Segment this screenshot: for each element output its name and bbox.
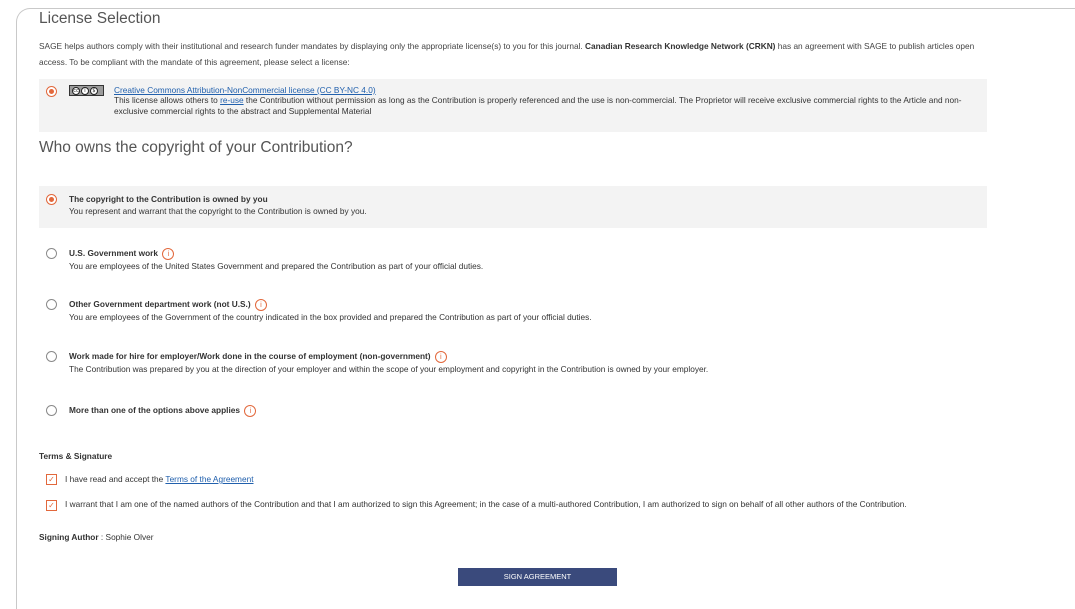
- option-title-row: Other Government department work (not U.…: [69, 299, 267, 311]
- option-title: More than one of the options above appli…: [69, 405, 241, 416]
- option-title-row: U.S. Government work i: [69, 248, 175, 260]
- option-title: The copyright to the Contribution is own…: [69, 194, 268, 204]
- option-title-row: More than one of the options above appli…: [69, 405, 257, 417]
- terms-heading: Terms & Signature: [39, 451, 113, 461]
- copyright-radio-work-for-hire[interactable]: [46, 351, 57, 362]
- info-icon[interactable]: i: [244, 405, 257, 417]
- option-title: U.S. Government work: [69, 248, 158, 259]
- terms-of-agreement-link[interactable]: Terms of the Agreement: [165, 474, 253, 484]
- signing-separator: :: [98, 532, 106, 542]
- option-description: The Contribution was prepared by you at …: [69, 364, 709, 374]
- copyright-question: Who owns the copyright of your Contribut…: [39, 139, 353, 156]
- nc-glyph: $: [90, 86, 98, 95]
- copyright-radio-owned[interactable]: [46, 194, 57, 205]
- option-description: You are employees of the Government of t…: [69, 312, 592, 322]
- copyright-radio-multiple[interactable]: [46, 405, 57, 416]
- copyright-option-multiple[interactable]: More than one of the options above appli…: [39, 402, 987, 420]
- accept-terms-prefix: I have read and accept the: [65, 474, 164, 484]
- sign-agreement-button[interactable]: SIGN AGREEMENT: [458, 568, 617, 586]
- info-icon[interactable]: i: [254, 299, 267, 311]
- intro-text-prefix: SAGE helps authors comply with their ins…: [39, 41, 583, 51]
- cc-glyph: cc: [72, 86, 80, 95]
- warrant-checkbox[interactable]: ✓: [46, 500, 57, 511]
- by-glyph: i: [81, 86, 89, 95]
- info-icon[interactable]: i: [434, 351, 447, 363]
- option-title-row: Work made for hire for employer/Work don…: [69, 351, 447, 363]
- copyright-option-other-government[interactable]: Other Government department work (not U.…: [39, 296, 987, 326]
- license-section-title: License Selection: [39, 10, 161, 27]
- option-description: You are employees of the United States G…: [69, 261, 484, 271]
- license-radio[interactable]: [46, 86, 57, 97]
- signing-author: Signing Author : Sophie Olver: [39, 532, 154, 542]
- license-description: This license allows others to re-use the…: [114, 95, 974, 116]
- copyright-radio-us-gov[interactable]: [46, 248, 57, 259]
- option-description: You represent and warrant that the copyr…: [69, 206, 367, 216]
- license-option-cc-by-nc[interactable]: cc i $ Creative Commons Attribution-NonC…: [39, 79, 987, 132]
- warrant-label: I warrant that I am one of the named aut…: [65, 499, 907, 509]
- signing-author-name: Sophie Olver: [105, 532, 154, 542]
- signing-author-label: Signing Author: [39, 532, 99, 542]
- copyright-option-us-government[interactable]: U.S. Government work i You are employees…: [39, 245, 987, 275]
- intro-org-name: Canadian Research Knowledge Network (CRK…: [585, 41, 776, 51]
- copyright-option-work-for-hire[interactable]: Work made for hire for employer/Work don…: [39, 348, 987, 378]
- option-title: Work made for hire for employer/Work don…: [69, 351, 431, 362]
- option-title: Other Government department work (not U.…: [69, 299, 251, 310]
- cc-license-icon: cc i $: [69, 85, 104, 96]
- accept-terms-checkbox[interactable]: ✓: [46, 474, 57, 485]
- copyright-radio-other-gov[interactable]: [46, 299, 57, 310]
- reuse-link[interactable]: re-use: [220, 95, 244, 105]
- accept-terms-label: I have read and accept the Terms of the …: [65, 474, 254, 485]
- license-desc-prefix: This license allows others to: [114, 95, 218, 105]
- license-link[interactable]: Creative Commons Attribution-NonCommerci…: [114, 85, 376, 95]
- info-icon[interactable]: i: [162, 248, 175, 260]
- copyright-option-owned-by-you[interactable]: The copyright to the Contribution is own…: [39, 186, 987, 228]
- license-intro-text: SAGE helps authors comply with their ins…: [39, 38, 999, 70]
